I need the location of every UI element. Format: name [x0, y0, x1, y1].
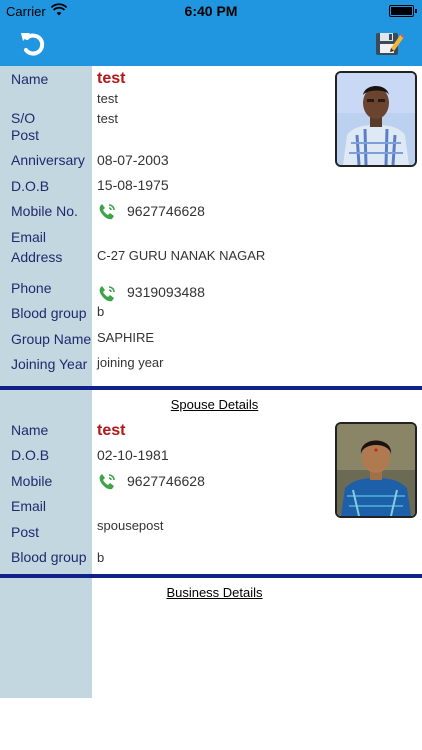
spouse-dob-label: D.O.B	[11, 447, 50, 463]
undo-arrow-icon	[21, 33, 45, 56]
status-bar: Carrier 6:40 PM	[0, 0, 422, 22]
member-name: test	[97, 70, 126, 87]
battery-icon	[389, 5, 417, 17]
spouse-details-title: Spouse Details	[170, 397, 259, 412]
so-value: test	[97, 91, 118, 106]
blood-group-label: Blood group	[11, 305, 87, 321]
dob-value: 15-08-1975	[97, 177, 169, 193]
spouse-dob-value: 02-10-1981	[97, 447, 169, 463]
phone-call-icon[interactable]	[97, 202, 117, 222]
anniversary-value: 08-07-2003	[97, 152, 169, 168]
business-details-title: Business Details	[166, 585, 263, 600]
spouse-post-value: spousepost	[97, 518, 164, 533]
blood-group-value: b	[97, 304, 105, 319]
email-label: Email	[11, 229, 47, 245]
spouse-post-label: Post	[11, 524, 40, 540]
spouse-email-label: Email	[11, 498, 47, 514]
phone-label: Phone	[11, 280, 52, 296]
phone-call-icon[interactable]	[97, 472, 117, 492]
nav-bar	[0, 22, 422, 66]
spouse-blood-group-label: Blood group	[11, 549, 87, 565]
section-divider	[0, 386, 422, 390]
so-label: S/O	[11, 110, 36, 126]
member-photo	[335, 71, 417, 167]
post-label: Post	[11, 127, 40, 143]
spouse-mobile-label: Mobile	[11, 473, 53, 489]
spouse-name-label: Name	[11, 422, 49, 438]
phone-call-icon[interactable]	[97, 284, 117, 304]
mobile-label: Mobile No.	[11, 203, 78, 219]
save-edit-button[interactable]	[374, 28, 404, 58]
joining-year-label: Joining Year	[11, 356, 88, 372]
dob-label: D.O.B	[11, 178, 50, 194]
save-edit-icon	[376, 33, 404, 55]
phone-value[interactable]: 9319093488	[127, 284, 205, 300]
group-name-label: Group Name	[11, 331, 92, 347]
joining-year-value: joining year	[97, 355, 164, 370]
post-value: test	[97, 111, 118, 126]
spouse-name: test	[97, 422, 126, 439]
address-value: C-27 GURU NANAK NAGAR	[97, 248, 266, 263]
spouse-photo	[335, 422, 417, 518]
spouse-mobile-value[interactable]: 9627746628	[127, 473, 205, 489]
mobile-value[interactable]: 9627746628	[127, 203, 205, 219]
address-label: Address	[11, 249, 63, 265]
anniversary-label: Anniversary	[11, 152, 85, 168]
spouse-blood-group-value: b	[97, 550, 105, 565]
group-name-value: SAPHIRE	[97, 330, 155, 345]
undo-back-button[interactable]	[18, 30, 48, 58]
name-label: Name	[11, 71, 49, 87]
clock: 6:40 PM	[184, 3, 238, 19]
section-divider	[0, 574, 422, 578]
